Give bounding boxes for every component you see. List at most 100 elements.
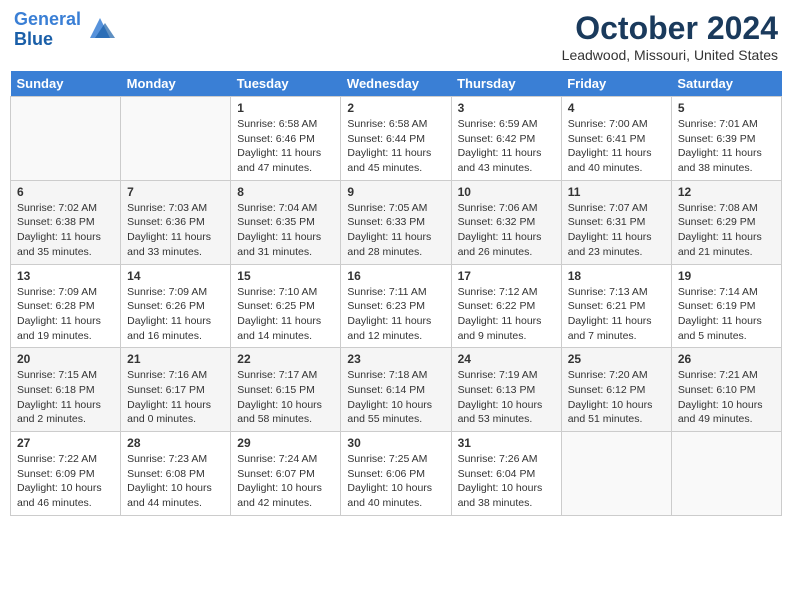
day-info: Sunrise: 7:19 AMSunset: 6:13 PMDaylight:… xyxy=(458,368,555,427)
day-info: Sunrise: 7:09 AMSunset: 6:26 PMDaylight:… xyxy=(127,285,224,344)
calendar-cell: 22 Sunrise: 7:17 AMSunset: 6:15 PMDayligh… xyxy=(231,348,341,432)
day-number: 15 xyxy=(237,269,334,283)
day-number: 3 xyxy=(458,101,555,115)
day-info: Sunrise: 7:23 AMSunset: 6:08 PMDaylight:… xyxy=(127,452,224,511)
day-number: 24 xyxy=(458,352,555,366)
day-info: Sunrise: 6:59 AMSunset: 6:42 PMDaylight:… xyxy=(458,117,555,176)
day-info: Sunrise: 7:04 AMSunset: 6:35 PMDaylight:… xyxy=(237,201,334,260)
calendar-cell xyxy=(561,432,671,516)
day-number: 18 xyxy=(568,269,665,283)
day-info: Sunrise: 7:01 AMSunset: 6:39 PMDaylight:… xyxy=(678,117,775,176)
calendar-cell: 15 Sunrise: 7:10 AMSunset: 6:25 PMDayligh… xyxy=(231,264,341,348)
day-info: Sunrise: 7:11 AMSunset: 6:23 PMDaylight:… xyxy=(347,285,444,344)
calendar-cell: 2Sunrise: 6:58 AMSunset: 6:44 PMDaylight… xyxy=(341,97,451,181)
day-info: Sunrise: 7:00 AMSunset: 6:41 PMDaylight:… xyxy=(568,117,665,176)
calendar-cell: 20Sunrise: 7:15 AMSunset: 6:18 PMDayligh… xyxy=(11,348,121,432)
day-number: 17 xyxy=(458,269,555,283)
calendar-cell: 19 Sunrise: 7:14 AMSunset: 6:19 PMDayligh… xyxy=(671,264,781,348)
logo-icon xyxy=(85,13,115,43)
day-number: 19 xyxy=(678,269,775,283)
day-info: Sunrise: 7:17 AMSunset: 6:15 PMDaylight:… xyxy=(237,368,334,427)
day-info: Sunrise: 7:14 AMSunset: 6:19 PMDaylight:… xyxy=(678,285,775,344)
calendar-cell: 21 Sunrise: 7:16 AMSunset: 6:17 PMDayligh… xyxy=(121,348,231,432)
day-info: Sunrise: 7:06 AMSunset: 6:32 PMDaylight:… xyxy=(458,201,555,260)
day-number: 30 xyxy=(347,436,444,450)
day-info: Sunrise: 7:10 AMSunset: 6:25 PMDaylight:… xyxy=(237,285,334,344)
day-number: 22 xyxy=(237,352,334,366)
day-number: 1 xyxy=(237,101,334,115)
calendar-cell: 23 Sunrise: 7:18 AMSunset: 6:14 PMDayligh… xyxy=(341,348,451,432)
calendar-cell: 25 Sunrise: 7:20 AMSunset: 6:12 PMDayligh… xyxy=(561,348,671,432)
day-header-wednesday: Wednesday xyxy=(341,71,451,97)
day-number: 7 xyxy=(127,185,224,199)
calendar-cell: 31Sunrise: 7:26 AMSunset: 6:04 PMDayligh… xyxy=(451,432,561,516)
day-number: 13 xyxy=(17,269,114,283)
logo-text: GeneralBlue xyxy=(14,10,81,50)
day-info: Sunrise: 7:03 AMSunset: 6:36 PMDaylight:… xyxy=(127,201,224,260)
day-number: 6 xyxy=(17,185,114,199)
day-info: Sunrise: 7:05 AMSunset: 6:33 PMDaylight:… xyxy=(347,201,444,260)
day-number: 21 xyxy=(127,352,224,366)
calendar-cell: 7 Sunrise: 7:03 AMSunset: 6:36 PMDaylight… xyxy=(121,180,231,264)
day-header-monday: Monday xyxy=(121,71,231,97)
calendar-table: SundayMondayTuesdayWednesdayThursdayFrid… xyxy=(10,71,782,516)
calendar-cell: 26 Sunrise: 7:21 AMSunset: 6:10 PMDayligh… xyxy=(671,348,781,432)
calendar-cell: 8 Sunrise: 7:04 AMSunset: 6:35 PMDaylight… xyxy=(231,180,341,264)
calendar-cell: 18Sunrise: 7:13 AMSunset: 6:21 PMDayligh… xyxy=(561,264,671,348)
day-number: 9 xyxy=(347,185,444,199)
day-header-saturday: Saturday xyxy=(671,71,781,97)
logo: GeneralBlue xyxy=(14,10,115,50)
calendar-cell xyxy=(671,432,781,516)
calendar-cell: 13 Sunrise: 7:09 AMSunset: 6:28 PMDayligh… xyxy=(11,264,121,348)
day-number: 5 xyxy=(678,101,775,115)
day-number: 29 xyxy=(237,436,334,450)
day-info: Sunrise: 6:58 AMSunset: 6:46 PMDaylight:… xyxy=(237,117,334,176)
day-number: 23 xyxy=(347,352,444,366)
calendar-cell: 5 Sunrise: 7:01 AMSunset: 6:39 PMDaylight… xyxy=(671,97,781,181)
day-info: Sunrise: 7:16 AMSunset: 6:17 PMDaylight:… xyxy=(127,368,224,427)
day-number: 25 xyxy=(568,352,665,366)
calendar-cell: 3 Sunrise: 6:59 AMSunset: 6:42 PMDaylight… xyxy=(451,97,561,181)
day-info: Sunrise: 7:24 AMSunset: 6:07 PMDaylight:… xyxy=(237,452,334,511)
day-number: 4 xyxy=(568,101,665,115)
calendar-cell: 14 Sunrise: 7:09 AMSunset: 6:26 PMDayligh… xyxy=(121,264,231,348)
day-info: Sunrise: 7:12 AMSunset: 6:22 PMDaylight:… xyxy=(458,285,555,344)
day-info: Sunrise: 7:07 AMSunset: 6:31 PMDaylight:… xyxy=(568,201,665,260)
day-number: 28 xyxy=(127,436,224,450)
day-header-friday: Friday xyxy=(561,71,671,97)
day-number: 2 xyxy=(347,101,444,115)
day-info: Sunrise: 7:15 AMSunset: 6:18 PMDaylight:… xyxy=(17,368,114,427)
calendar-header-row: SundayMondayTuesdayWednesdayThursdayFrid… xyxy=(11,71,782,97)
day-number: 11 xyxy=(568,185,665,199)
calendar-cell xyxy=(11,97,121,181)
day-number: 10 xyxy=(458,185,555,199)
calendar-cell: 9 Sunrise: 7:05 AMSunset: 6:33 PMDaylight… xyxy=(341,180,451,264)
main-title: October 2024 xyxy=(562,10,778,47)
day-number: 8 xyxy=(237,185,334,199)
calendar-cell: 30Sunrise: 7:25 AMSunset: 6:06 PMDayligh… xyxy=(341,432,451,516)
day-number: 27 xyxy=(17,436,114,450)
day-number: 26 xyxy=(678,352,775,366)
day-header-sunday: Sunday xyxy=(11,71,121,97)
day-info: Sunrise: 7:20 AMSunset: 6:12 PMDaylight:… xyxy=(568,368,665,427)
calendar-cell: 11 Sunrise: 7:07 AMSunset: 6:31 PMDayligh… xyxy=(561,180,671,264)
day-info: Sunrise: 7:26 AMSunset: 6:04 PMDaylight:… xyxy=(458,452,555,511)
day-number: 12 xyxy=(678,185,775,199)
week-row-1: 1 Sunrise: 6:58 AMSunset: 6:46 PMDaylight… xyxy=(11,97,782,181)
subtitle: Leadwood, Missouri, United States xyxy=(562,47,778,63)
day-info: Sunrise: 7:09 AMSunset: 6:28 PMDaylight:… xyxy=(17,285,114,344)
week-row-2: 6 Sunrise: 7:02 AMSunset: 6:38 PMDaylight… xyxy=(11,180,782,264)
day-info: Sunrise: 7:18 AMSunset: 6:14 PMDaylight:… xyxy=(347,368,444,427)
calendar-cell: 24 Sunrise: 7:19 AMSunset: 6:13 PMDayligh… xyxy=(451,348,561,432)
day-header-thursday: Thursday xyxy=(451,71,561,97)
day-number: 16 xyxy=(347,269,444,283)
day-info: Sunrise: 7:02 AMSunset: 6:38 PMDaylight:… xyxy=(17,201,114,260)
calendar-cell: 12 Sunrise: 7:08 AMSunset: 6:29 PMDayligh… xyxy=(671,180,781,264)
week-row-3: 13 Sunrise: 7:09 AMSunset: 6:28 PMDayligh… xyxy=(11,264,782,348)
day-info: Sunrise: 7:08 AMSunset: 6:29 PMDaylight:… xyxy=(678,201,775,260)
calendar-cell xyxy=(121,97,231,181)
week-row-4: 20Sunrise: 7:15 AMSunset: 6:18 PMDayligh… xyxy=(11,348,782,432)
day-number: 14 xyxy=(127,269,224,283)
day-info: Sunrise: 7:22 AMSunset: 6:09 PMDaylight:… xyxy=(17,452,114,511)
day-info: Sunrise: 7:21 AMSunset: 6:10 PMDaylight:… xyxy=(678,368,775,427)
